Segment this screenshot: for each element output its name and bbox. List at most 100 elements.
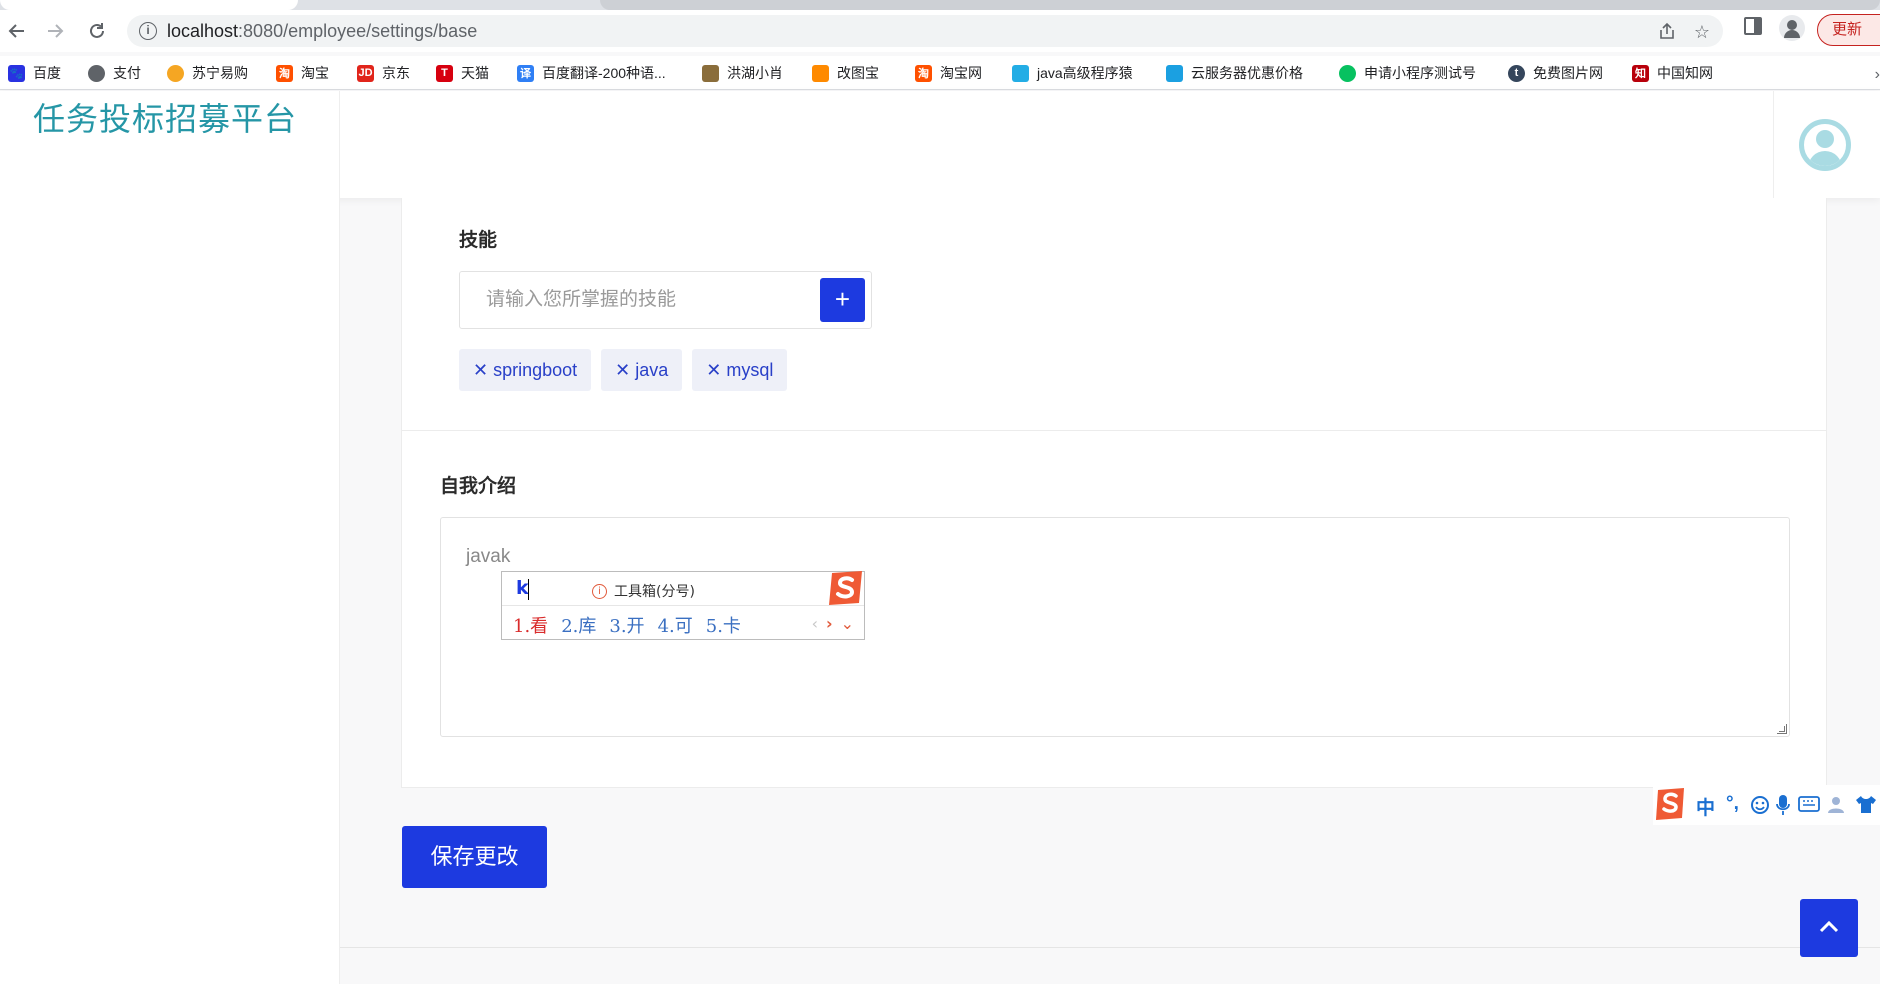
skills-title: 技能	[459, 230, 498, 251]
bookmark-label: 百度翻译-200种语...	[542, 65, 666, 81]
bookmark-cloud[interactable]: 云服务器优惠价格	[1166, 62, 1303, 84]
section-divider	[402, 430, 1826, 431]
profile-avatar-icon[interactable]	[1779, 15, 1805, 41]
skill-tag[interactable]: ✕ java	[601, 349, 683, 391]
skill-tag[interactable]: ✕ springboot	[459, 349, 592, 391]
ime-chinese-mode[interactable]: 中	[1696, 793, 1715, 820]
bookmark-label: java高级程序猿	[1037, 65, 1133, 81]
skill-tag-label: java	[635, 359, 669, 380]
bilibili-icon	[1012, 64, 1029, 82]
skill-tag[interactable]: ✕ mysql	[692, 349, 788, 391]
sogou-logo-icon[interactable]	[1653, 786, 1687, 822]
user-avatar-icon[interactable]	[1799, 119, 1851, 171]
bookmark-taobao[interactable]: 淘淘宝	[276, 62, 329, 84]
feather-icon	[702, 64, 719, 82]
close-icon[interactable]: ✕	[615, 360, 630, 381]
url-text[interactable]: localhost:8080/employee/settings/base	[167, 21, 477, 42]
tmall-icon: T	[436, 64, 453, 82]
skill-tag-label: springboot	[493, 359, 578, 380]
skill-input[interactable]	[460, 272, 810, 328]
url-path: :8080/employee/settings/base	[238, 21, 478, 41]
bookmark-baidu[interactable]: 🐾 百度	[8, 62, 61, 84]
wechat-icon	[1339, 64, 1356, 82]
bookmark-jd[interactable]: JD 京东	[357, 62, 410, 84]
inactive-tab[interactable]	[600, 0, 1880, 10]
ime-punctuation-mode[interactable]: °,	[1726, 793, 1739, 815]
bookmark-label: 免费图片网	[1533, 65, 1603, 81]
address-bar[interactable]: i localhost:8080/employee/settings/base …	[127, 15, 1723, 47]
microphone-icon[interactable]	[1776, 794, 1790, 816]
chevron-up-icon	[1819, 920, 1839, 933]
bookmark-label: 云服务器优惠价格	[1191, 65, 1303, 81]
skill-tag-label: mysql	[726, 359, 774, 380]
back-to-top-button[interactable]	[1800, 899, 1858, 957]
ime-caret	[528, 579, 529, 600]
sidebar	[0, 198, 340, 984]
suning-icon	[167, 64, 184, 82]
chevron-right-icon[interactable]: ›	[826, 614, 833, 633]
bookmark-wechat[interactable]: 申请小程序测试号	[1339, 62, 1476, 84]
chevron-right-icon[interactable]: ›	[1875, 66, 1880, 84]
bookmark-label: 苏宁易购	[192, 65, 248, 81]
taobao-icon: 淘	[915, 64, 932, 82]
logo-area: 任务投标招募平台	[0, 91, 340, 198]
user-menu[interactable]	[1773, 91, 1880, 198]
bookmark-star-icon[interactable]: ☆	[1692, 22, 1712, 42]
forward-icon[interactable]	[42, 18, 68, 44]
bookmark-taobaowang[interactable]: 淘淘宝网	[915, 62, 982, 84]
ime-toolbox[interactable]: i 工具箱(分号)	[592, 581, 695, 601]
bookmark-zhifu[interactable]: 支付	[88, 62, 141, 84]
gaitubao-icon	[812, 64, 829, 82]
user-settings-icon[interactable]	[1826, 795, 1848, 815]
ime-candidate[interactable]: 1.看	[513, 612, 548, 638]
close-icon[interactable]: ✕	[706, 360, 721, 381]
bookmark-label: 京东	[382, 65, 410, 81]
ime-pager: ‹ › ⌄	[812, 614, 854, 633]
chevron-left-icon[interactable]: ‹	[812, 614, 818, 633]
bookmark-java[interactable]: java高级程序猿	[1012, 62, 1133, 84]
chevron-down-icon[interactable]: ⌄	[841, 614, 854, 633]
ime-candidate[interactable]: 4.可	[658, 612, 693, 638]
keyboard-icon[interactable]	[1798, 796, 1820, 812]
ime-candidate[interactable]: 5.卡	[706, 612, 741, 638]
bookmark-gaitubao[interactable]: 改图宝	[812, 62, 879, 84]
side-panel-icon[interactable]	[1744, 17, 1762, 35]
bookmark-label: 天猫	[461, 65, 489, 81]
settings-card: 技能 + ✕springboot ✕java ✕mysql 自我介绍 javak	[401, 198, 1827, 788]
bookmark-free-images[interactable]: t 免费图片网	[1508, 62, 1603, 84]
emoji-icon[interactable]	[1750, 795, 1770, 815]
ime-candidate[interactable]: 2.库	[561, 612, 596, 638]
bookmark-honghu[interactable]: 洪湖小肖	[702, 62, 783, 84]
update-button[interactable]: 更新	[1817, 14, 1880, 46]
site-info-icon[interactable]: i	[139, 22, 157, 40]
active-tab[interactable]	[0, 0, 298, 10]
skin-shirt-icon[interactable]	[1855, 794, 1877, 814]
ime-composition: k	[516, 577, 529, 599]
add-skill-button[interactable]: +	[820, 278, 865, 322]
cnki-icon: 知	[1632, 64, 1649, 82]
app-logo[interactable]: 任务投标招募平台	[33, 94, 297, 140]
ime-candidate[interactable]: 3.开	[609, 612, 644, 638]
bookmark-label: 中国知网	[1657, 65, 1713, 81]
share-icon[interactable]	[1657, 22, 1677, 42]
bookmark-baidu-fanyi[interactable]: 译百度翻译-200种语...	[517, 62, 666, 84]
close-icon[interactable]: ✕	[473, 360, 488, 381]
baidu-icon: 🐾	[8, 64, 25, 82]
info-icon: i	[592, 583, 607, 599]
resize-handle-icon[interactable]	[1777, 724, 1787, 734]
bookmark-label: 改图宝	[837, 65, 879, 81]
bookmark-tmall[interactable]: T 天猫	[436, 62, 489, 84]
ime-candidate-window: k i 工具箱(分号) 1.看 2.库 3.开 4.可 5.卡 ‹ › ⌄	[501, 571, 865, 640]
app-header: 任务投标招募平台	[0, 91, 1880, 198]
tab-strip	[0, 0, 1880, 10]
bookmark-cnki[interactable]: 知中国知网	[1632, 62, 1713, 84]
bookmark-label: 淘宝网	[940, 65, 982, 81]
cloud-icon	[1166, 64, 1183, 82]
bookmark-suning[interactable]: 苏宁易购	[167, 62, 248, 84]
back-icon[interactable]	[4, 18, 30, 44]
save-button[interactable]: 保存更改	[402, 826, 547, 888]
bookmarks-bar: 🐾 百度 支付 苏宁易购 淘淘宝 JD 京东 T 天猫 译百度翻译-200种语... …	[0, 56, 1880, 90]
reload-icon[interactable]	[84, 18, 110, 44]
bookmark-label: 淘宝	[301, 65, 329, 81]
sogou-logo-icon	[829, 571, 862, 605]
